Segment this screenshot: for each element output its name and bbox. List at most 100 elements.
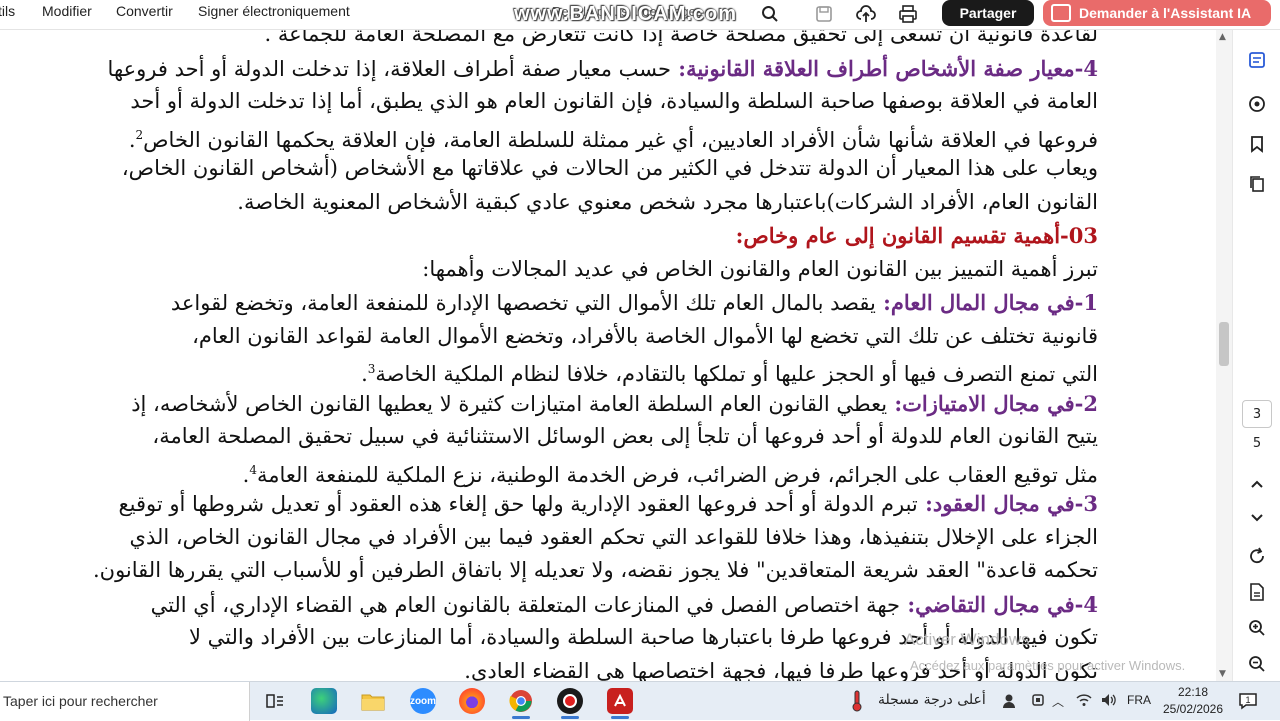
document-line: ويعاب على هذا المعيار أن الدولة تتدخل في… xyxy=(28,152,1098,186)
comment-icon[interactable] xyxy=(1245,92,1269,116)
page-fit-icon[interactable] xyxy=(1245,580,1269,604)
scrollbar-thumb[interactable] xyxy=(1219,322,1229,366)
document-line: القانون العام، الأفراد الشركات)باعتبارها… xyxy=(28,186,1098,220)
taskbar-search-input[interactable]: Taper ici pour rechercher xyxy=(0,682,250,721)
paragraph-text: يعطي القانون العام السلطة العامة امتيازا… xyxy=(131,391,888,416)
document-line: 4-معيار صفة الأشخاص أطراف العلاقة القانو… xyxy=(28,52,1098,86)
paragraph-text: حسب معيار صفة أطراف العلاقة، إذا تدخلت ا… xyxy=(107,56,671,81)
section-heading: 2-في مجال الامتيازات: xyxy=(887,390,1098,416)
network-icon[interactable] xyxy=(1076,693,1092,711)
paragraph-text: تبرز أهمية التمييز بين القانون العام وال… xyxy=(422,256,1098,281)
paragraph-text: فروعها في العلاقة شأنها شأن الأفراد العا… xyxy=(143,127,1098,152)
paragraph-text: الجزاء على الإخلال بتنفيذها، وهذا خلافا … xyxy=(129,524,1098,549)
document-line: مثل توقيع العقاب على الجرائم، فرض الضرائ… xyxy=(28,454,1098,488)
print-icon[interactable] xyxy=(897,3,919,25)
document-line: 2-في مجال الامتيازات: يعطي القانون العام… xyxy=(28,387,1098,421)
menu-convertir[interactable]: Convertir xyxy=(116,3,173,19)
weather-widget[interactable]: أعلى درجة مسجلة xyxy=(878,692,986,708)
scroll-down-icon[interactable]: ▼ xyxy=(1219,669,1226,679)
system-clock[interactable]: 22:18 25/02/2026 xyxy=(1162,684,1224,718)
section-heading: 1-في مجال المال العام: xyxy=(875,290,1098,315)
person-icon[interactable] xyxy=(1002,693,1016,713)
chrome-icon[interactable] xyxy=(508,688,534,719)
bandicam-watermark: www.BANDICAM.com xyxy=(514,3,738,25)
ai-assistant-label: Demander à l'Assistant IA xyxy=(1079,5,1252,21)
tray-app-icon[interactable] xyxy=(1031,693,1045,711)
chapter-heading: 03-أهمية تقسيم القانون إلى عام وخاص: xyxy=(735,223,1098,248)
pdf-reader-icon[interactable] xyxy=(607,688,633,719)
current-page-field[interactable]: 3 xyxy=(1242,400,1272,428)
zoom-in-icon[interactable] xyxy=(1245,616,1269,640)
chevron-down-icon[interactable] xyxy=(1245,506,1269,530)
menu-modifier[interactable]: Modifier xyxy=(42,3,92,19)
bandicam-record-icon[interactable] xyxy=(557,688,583,719)
ai-assistant-button[interactable]: Demander à l'Assistant IA xyxy=(1043,0,1271,26)
clock-time: 22:18 xyxy=(1177,685,1209,699)
document-line: تبرز أهمية التمييز بين القانون العام وال… xyxy=(28,253,1098,287)
copy-pages-icon[interactable] xyxy=(1245,172,1269,196)
paragraph-text: التي تمنع التصرف فيها أو الحجز عليها أو … xyxy=(375,362,1098,386)
document-line: فروعها في العلاقة شأنها شأن الأفراد العا… xyxy=(28,119,1098,153)
document-line: العامة في العلاقة بوصفها صاحبة السلطة وا… xyxy=(28,85,1098,119)
top-toolbar: tils Modifier Convertir Signer électroni… xyxy=(0,0,1280,30)
zoom-out-icon[interactable] xyxy=(1245,652,1269,676)
document-line: 1-في مجال المال العام: يقصد بالمال العام… xyxy=(28,286,1098,320)
paragraph-text: مثل توقيع العقاب على الجرائم، فرض الضرائ… xyxy=(256,462,1098,487)
paragraph-text: القانون العام، الأفراد الشركات)باعتبارها… xyxy=(237,189,1098,214)
ai-summary-icon[interactable] xyxy=(1245,48,1269,72)
paragraph-text: ويعاب على هذا المعيار أن الدولة تتدخل في… xyxy=(121,156,1098,180)
chevron-up-icon[interactable] xyxy=(1245,472,1269,496)
firefox-icon[interactable] xyxy=(459,688,485,714)
search-icon[interactable] xyxy=(759,3,781,25)
activate-windows-title: Activer Windows xyxy=(904,630,1030,649)
pdf-document-area[interactable]: لقاعدة قانونية أن تسعى إلى تحقيق مصلحة خ… xyxy=(0,30,1216,681)
chevron-up-tray-icon[interactable]: ︿ xyxy=(1052,693,1064,710)
footnote-marker: 4 xyxy=(249,462,257,477)
document-line: لقاعدة قانونية أن تسعى إلى تحقيق مصلحة خ… xyxy=(28,30,1098,52)
zoom-app-icon[interactable]: zoom xyxy=(410,688,436,714)
section-heading: 3-في مجال العقود: xyxy=(917,491,1098,516)
bookmark-icon[interactable] xyxy=(1245,132,1269,156)
document-line: 03-أهمية تقسيم القانون إلى عام وخاص: xyxy=(28,219,1098,253)
paragraph-text: تحكمه قاعدة" العقد شريعة المتعاقدين" فلا… xyxy=(92,558,1098,582)
language-indicator[interactable]: FRA xyxy=(1127,693,1151,707)
notification-count: 1 xyxy=(1246,695,1251,705)
document-line: قانونية تختلف عن تلك التي تخضع لها الأمو… xyxy=(28,320,1098,354)
vertical-scrollbar[interactable]: ▲ ▼ xyxy=(1216,30,1232,681)
paragraph-text: . xyxy=(361,362,368,386)
windows-taskbar: Taper ici pour rechercher zoom أعلى درجة… xyxy=(0,681,1280,721)
save-icon[interactable] xyxy=(813,3,835,25)
edge-browser-icon[interactable] xyxy=(311,688,337,714)
volume-icon[interactable] xyxy=(1101,693,1117,711)
paragraph-text: لقاعدة قانونية أن تسعى إلى تحقيق مصلحة خ… xyxy=(264,30,1098,46)
paragraph-text: يقصد بالمال العام تلك الأموال التي تخصصه… xyxy=(170,291,876,315)
notification-center-icon[interactable]: 1 xyxy=(1238,692,1258,710)
section-heading: 4-معيار صفة الأشخاص أطراف العلاقة القانو… xyxy=(671,55,1098,81)
paragraph-text: . xyxy=(128,127,136,152)
upload-cloud-icon[interactable] xyxy=(855,3,877,25)
clock-date: 25/02/2026 xyxy=(1162,702,1224,716)
section-heading: 4-في مجال التقاضي: xyxy=(900,591,1098,617)
menu-signer[interactable]: Signer électroniquement xyxy=(198,3,350,19)
document-line: يتيح القانون العام للدولة أو أحد فروعها … xyxy=(28,420,1098,454)
document-line: 4-في مجال التقاضي: جهة اختصاص الفصل في ا… xyxy=(28,588,1098,622)
document-text: لقاعدة قانونية أن تسعى إلى تحقيق مصلحة خ… xyxy=(28,30,1098,681)
task-view-icon[interactable] xyxy=(262,688,288,714)
chat-bubble-icon xyxy=(1051,4,1071,22)
paragraph-text: قانونية تختلف عن تلك التي تخضع لها الأمو… xyxy=(192,323,1098,348)
thermometer-icon xyxy=(850,690,864,716)
paragraph-text: جهة اختصاص الفصل في المنازعات المتعلقة ب… xyxy=(150,592,901,617)
file-explorer-icon[interactable] xyxy=(360,688,386,714)
right-tool-rail: 3 5 xyxy=(1232,30,1280,681)
paragraph-text: تبرم الدولة أو أحد فروعها العقود الإداري… xyxy=(118,492,918,516)
document-line: الجزاء على الإخلال بتنفيذها، وهذا خلافا … xyxy=(28,521,1098,555)
total-pages: 5 xyxy=(1252,436,1262,451)
share-button[interactable]: Partager xyxy=(942,0,1034,26)
document-line: تحكمه قاعدة" العقد شريعة المتعاقدين" فلا… xyxy=(28,554,1098,588)
refresh-icon[interactable] xyxy=(1245,544,1269,568)
document-line: 3-في مجال العقود: تبرم الدولة أو أحد فرو… xyxy=(28,487,1098,521)
scroll-up-icon[interactable]: ▲ xyxy=(1219,32,1226,42)
document-line: التي تمنع التصرف فيها أو الحجز عليها أو … xyxy=(28,353,1098,387)
menu-tools[interactable]: tils xyxy=(0,3,15,19)
paragraph-text: العامة في العلاقة بوصفها صاحبة السلطة وا… xyxy=(130,89,1098,113)
